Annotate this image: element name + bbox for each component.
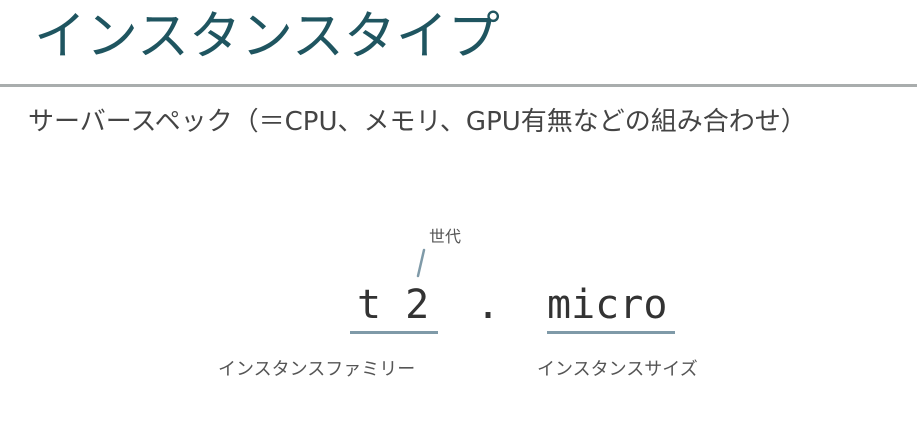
generation-label: 世代	[429, 227, 462, 246]
slide-title: インスタンスタイプ	[34, 7, 500, 67]
title-divider	[0, 84, 917, 87]
instance-size-caption: インスタンスサイズ	[537, 359, 698, 380]
instance-size-code: micro	[547, 282, 668, 328]
slide: インスタンスタイプ サーバースペック（＝CPU、メモリ、GPU有無などの組み合わ…	[0, 0, 917, 436]
slide-subtitle: サーバースペック（＝CPU、メモリ、GPU有無などの組み合わせ）	[28, 107, 807, 137]
separator-dot: .	[476, 282, 501, 328]
instance-family-code: t 2	[357, 282, 430, 328]
instance-family-caption: インスタンスファミリー	[218, 359, 416, 380]
generation-pointer-line	[416, 248, 426, 278]
size-underline	[547, 331, 675, 334]
family-underline	[350, 331, 438, 334]
